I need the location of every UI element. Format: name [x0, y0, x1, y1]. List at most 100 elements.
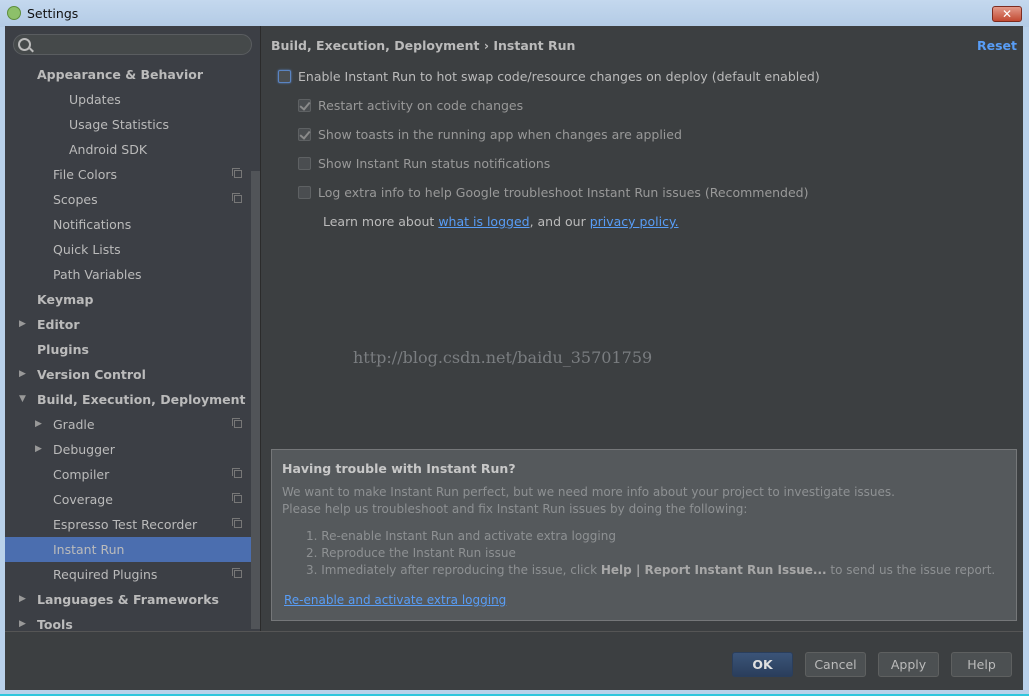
- sidebar-item-label: Usage Statistics: [69, 117, 170, 132]
- sidebar-item[interactable]: ▶ Editor: [5, 312, 260, 337]
- trouble-step-3: 3. Immediately after reproducing the iss…: [306, 563, 995, 577]
- search-input[interactable]: [13, 34, 252, 55]
- show-toasts-checkbox[interactable]: [298, 128, 311, 141]
- window-title: Settings: [27, 6, 79, 21]
- help-button[interactable]: Help: [951, 652, 1012, 677]
- breadcrumb-separator: ›: [483, 38, 489, 53]
- settings-dialog: Appearance & Behavior Updates Usage Statis…: [5, 26, 1023, 691]
- what-is-logged-link[interactable]: what is logged: [438, 214, 529, 229]
- trouble-step-2: 2. Reproduce the Instant Run issue: [306, 546, 516, 560]
- trouble-step-1: 1. Re-enable Instant Run and activate ex…: [306, 529, 616, 543]
- sidebar-item-label: Languages & Frameworks: [37, 592, 219, 607]
- android-studio-icon: [7, 6, 21, 20]
- sidebar: Appearance & Behavior Updates Usage Statis…: [5, 26, 261, 632]
- step-3-suffix: to send us the issue report.: [826, 563, 996, 577]
- sidebar-item[interactable]: Required Plugins: [5, 562, 260, 587]
- trouble-line-1: We want to make Instant Run perfect, but…: [282, 485, 895, 499]
- sidebar-item[interactable]: ▶ Debugger: [5, 437, 260, 462]
- learn-more-text: Learn more about what is logged, and our…: [323, 214, 679, 229]
- project-scope-icon: [232, 493, 242, 503]
- sidebar-item-label: Keymap: [37, 292, 94, 307]
- sidebar-item[interactable]: Path Variables: [5, 262, 260, 287]
- sidebar-item[interactable]: Compiler: [5, 462, 260, 487]
- expand-arrow-right-icon[interactable]: ▶: [35, 437, 42, 462]
- sidebar-item-label: Gradle: [53, 417, 95, 432]
- reset-link[interactable]: Reset: [977, 38, 1017, 53]
- log-extra-info-label: Log extra info to help Google troublesho…: [318, 185, 809, 200]
- sidebar-item[interactable]: Updates: [5, 87, 260, 112]
- enable-instant-run-option[interactable]: Enable Instant Run to hot swap code/reso…: [278, 69, 820, 84]
- learn-more-middle: , and our: [529, 214, 590, 229]
- search-icon: [18, 38, 31, 51]
- trouble-panel: Having trouble with Instant Run? We want…: [271, 449, 1017, 621]
- watermark-text: http://blog.csdn.net/baidu_35701759: [353, 348, 653, 367]
- sidebar-item[interactable]: Keymap: [5, 287, 260, 312]
- trouble-title: Having trouble with Instant Run?: [282, 461, 516, 476]
- expand-arrow-right-icon[interactable]: ▶: [19, 312, 26, 337]
- sidebar-item-label: Android SDK: [69, 142, 148, 157]
- log-extra-info-option[interactable]: Log extra info to help Google troublesho…: [298, 185, 809, 200]
- project-scope-icon: [232, 468, 242, 478]
- ok-button[interactable]: OK: [732, 652, 793, 677]
- sidebar-item-label: Notifications: [53, 217, 132, 232]
- close-button[interactable]: ✕: [992, 6, 1022, 22]
- apply-button[interactable]: Apply: [878, 652, 939, 677]
- project-scope-icon: [232, 418, 242, 428]
- sidebar-item[interactable]: File Colors: [5, 162, 260, 187]
- project-scope-icon: [232, 568, 242, 578]
- expand-arrow-down-icon[interactable]: ▼: [19, 387, 26, 412]
- sidebar-item[interactable]: Appearance & Behavior: [5, 62, 260, 87]
- step-3-prefix: 3. Immediately after reproducing the iss…: [306, 563, 601, 577]
- sidebar-item-label: Path Variables: [53, 267, 142, 282]
- breadcrumb: Build, Execution, Deployment › Instant R…: [271, 38, 575, 53]
- title-bar: Settings ✕: [0, 0, 1029, 27]
- show-toasts-label: Show toasts in the running app when chan…: [318, 127, 682, 142]
- sidebar-item-label: Plugins: [37, 342, 89, 357]
- trouble-line-2: Please help us troubleshoot and fix Inst…: [282, 502, 748, 516]
- log-extra-info-checkbox[interactable]: [298, 186, 311, 199]
- sidebar-item[interactable]: Espresso Test Recorder: [5, 512, 260, 537]
- sidebar-item[interactable]: Usage Statistics: [5, 112, 260, 137]
- sidebar-item[interactable]: Plugins: [5, 337, 260, 362]
- sidebar-scrollbar[interactable]: [251, 171, 260, 629]
- expand-arrow-right-icon[interactable]: ▶: [19, 362, 26, 387]
- privacy-policy-link[interactable]: privacy policy.: [590, 214, 679, 229]
- sidebar-item[interactable]: Android SDK: [5, 137, 260, 162]
- expand-arrow-right-icon[interactable]: ▶: [35, 412, 42, 437]
- sidebar-item[interactable]: ▼ Build, Execution, Deployment: [5, 387, 260, 412]
- sidebar-item[interactable]: ▶ Gradle: [5, 412, 260, 437]
- expand-arrow-right-icon[interactable]: ▶: [19, 587, 26, 612]
- restart-activity-label: Restart activity on code changes: [318, 98, 524, 113]
- sidebar-item-label: Espresso Test Recorder: [53, 517, 198, 532]
- sidebar-item-label: Appearance & Behavior: [37, 67, 203, 82]
- sidebar-item-label: Scopes: [53, 192, 98, 207]
- sidebar-item-label: Version Control: [37, 367, 146, 382]
- sidebar-item[interactable]: Notifications: [5, 212, 260, 237]
- learn-more-prefix: Learn more about: [323, 214, 439, 229]
- reenable-logging-link[interactable]: Re-enable and activate extra logging: [284, 593, 506, 607]
- sidebar-item-label: File Colors: [53, 167, 118, 182]
- sidebar-item[interactable]: ▶ Languages & Frameworks: [5, 587, 260, 612]
- enable-instant-run-checkbox[interactable]: [278, 70, 291, 83]
- restart-activity-option[interactable]: Restart activity on code changes: [298, 98, 523, 113]
- breadcrumb-current: Instant Run: [493, 38, 576, 53]
- sidebar-item-label: Updates: [69, 92, 121, 107]
- step-3-menu-path: Help | Report Instant Run Issue...: [600, 563, 827, 577]
- status-notifications-checkbox[interactable]: [298, 157, 311, 170]
- sidebar-item-label: Debugger: [53, 442, 115, 457]
- dialog-footer: OK Cancel Apply Help: [5, 631, 1023, 691]
- project-scope-icon: [232, 193, 242, 203]
- cancel-button[interactable]: Cancel: [805, 652, 866, 677]
- sidebar-item[interactable]: Coverage: [5, 487, 260, 512]
- sidebar-item[interactable]: Scopes: [5, 187, 260, 212]
- show-toasts-option[interactable]: Show toasts in the running app when chan…: [298, 127, 682, 142]
- sidebar-item-label: Editor: [37, 317, 80, 332]
- sidebar-item[interactable]: ▶ Version Control: [5, 362, 260, 387]
- sidebar-item[interactable]: Instant Run: [5, 537, 260, 562]
- restart-activity-checkbox[interactable]: [298, 99, 311, 112]
- breadcrumb-parent: Build, Execution, Deployment: [271, 38, 480, 53]
- status-notifications-option[interactable]: Show Instant Run status notifications: [298, 156, 550, 171]
- sidebar-item-label: Instant Run: [53, 542, 125, 557]
- project-scope-icon: [232, 168, 242, 178]
- sidebar-item[interactable]: Quick Lists: [5, 237, 260, 262]
